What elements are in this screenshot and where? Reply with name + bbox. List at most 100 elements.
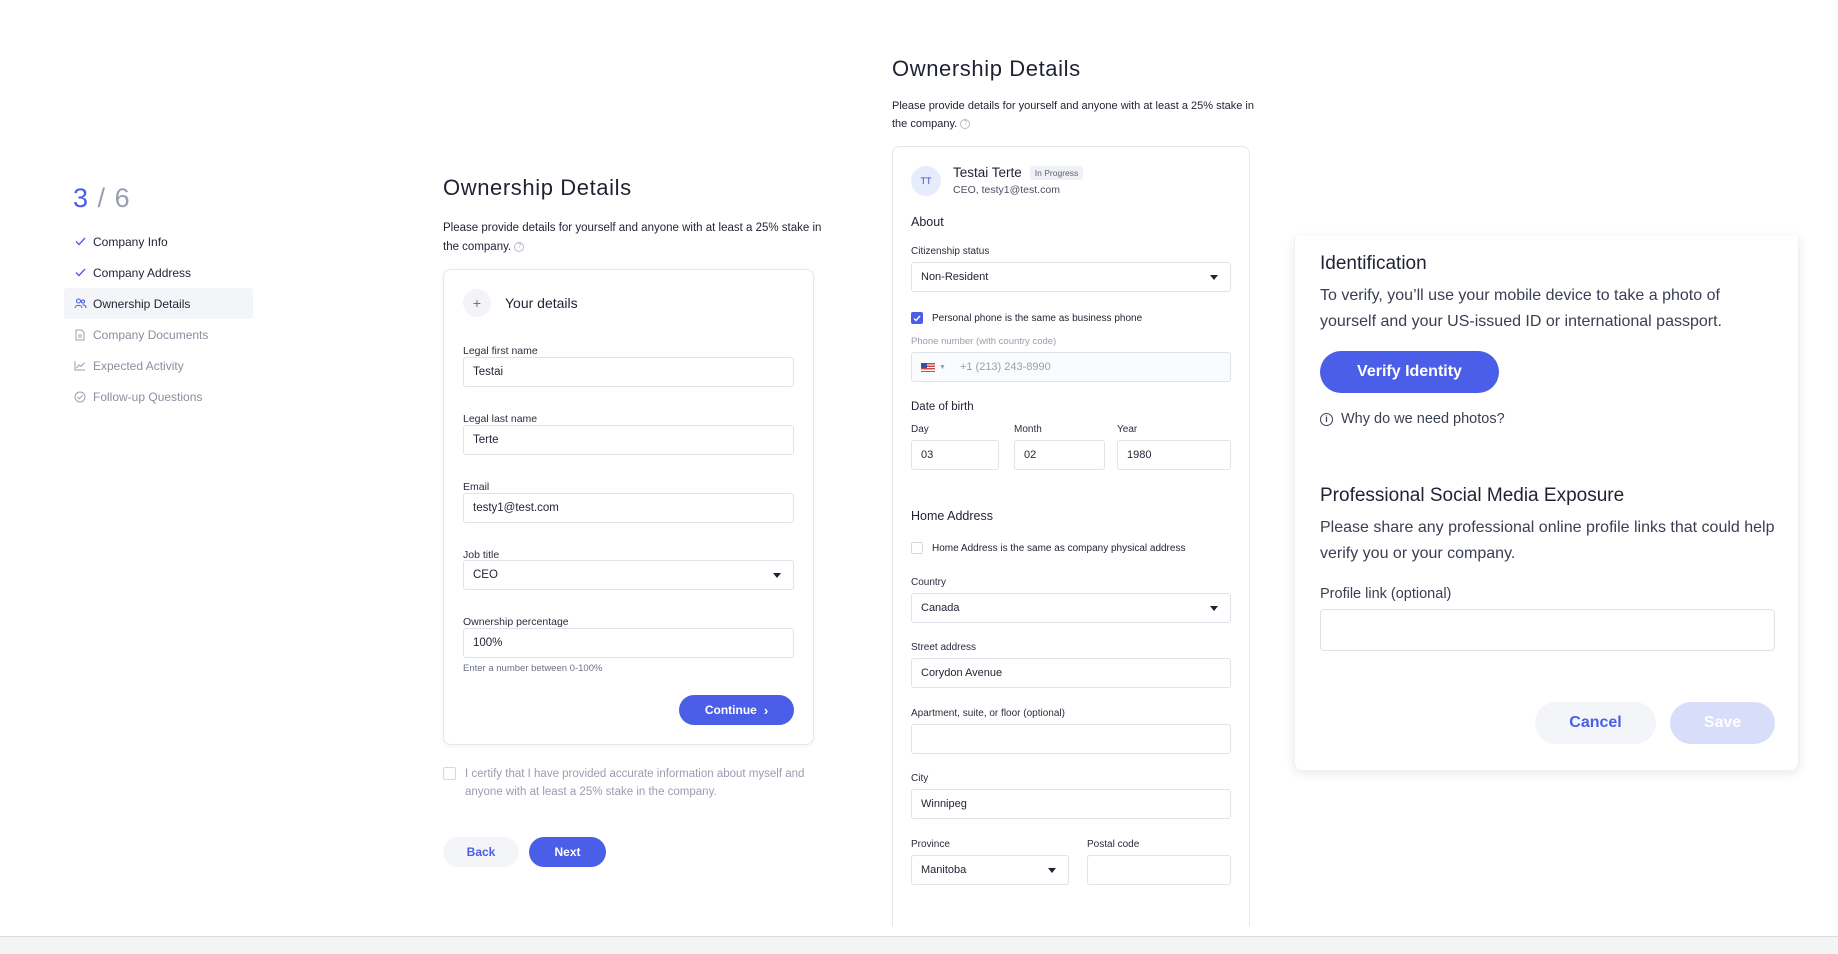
owner-name: Testai Terte [953, 165, 1022, 180]
step-current: 3 [73, 183, 90, 213]
continue-button[interactable]: Continue › [679, 695, 794, 725]
owner-name-row: Testai Terte In Progress [953, 165, 1084, 180]
ownership-label: Ownership percentage [463, 616, 569, 628]
stepper: 3 / 6 Company Info Company Address Owner… [64, 183, 253, 412]
province-label: Province [911, 839, 950, 850]
step-label: Company Info [93, 234, 168, 249]
step-total: 6 [114, 183, 131, 213]
postal-code-input[interactable] [1087, 855, 1231, 885]
step-company-address[interactable]: Company Address [73, 257, 253, 288]
page-description: Please provide details for yourself and … [892, 97, 1257, 133]
verify-identity-button[interactable]: Verify Identity [1320, 351, 1499, 393]
check-icon [73, 235, 87, 249]
province-value: Manitoba [921, 864, 967, 876]
identification-card: Identification To verify, you’ll use you… [1294, 236, 1799, 770]
province-select[interactable]: Manitoba [911, 855, 1069, 885]
first-name-input[interactable]: Testai [463, 357, 794, 387]
step-company-documents[interactable]: Company Documents [73, 319, 253, 350]
step-separator: / [97, 183, 107, 213]
identification-title: Identification [1320, 253, 1427, 274]
profile-link-input[interactable] [1320, 609, 1775, 651]
dob-heading: Date of birth [911, 401, 974, 413]
phone-placeholder: +1 (213) 243-8990 [959, 361, 1051, 373]
check-icon [73, 266, 87, 280]
profile-link-label: Profile link (optional) [1320, 586, 1452, 602]
page-title: Ownership Details [443, 175, 632, 200]
us-flag-icon [921, 362, 935, 372]
phone-input[interactable]: ▼ +1 (213) 243-8990 [911, 352, 1231, 382]
step-label: Company Address [93, 265, 192, 280]
street-input[interactable]: Corydon Avenue [911, 658, 1231, 688]
year-label: Year [1117, 424, 1138, 435]
document-icon [73, 328, 87, 342]
step-company-info[interactable]: Company Info [73, 226, 253, 257]
day-input[interactable]: 03 [911, 440, 999, 470]
citizenship-select[interactable]: Non-Resident [911, 262, 1231, 292]
step-label: Follow-up Questions [93, 389, 203, 404]
continue-label: Continue [704, 703, 757, 717]
street-label: Street address [911, 642, 977, 653]
phone-same-row[interactable]: Personal phone is the same as business p… [911, 312, 1142, 324]
home-same-row[interactable]: Home Address is the same as company phys… [911, 542, 1185, 554]
step-ownership-details[interactable]: Ownership Details [64, 288, 253, 319]
certify-text: I certify that I have provided accurate … [465, 768, 805, 798]
step-follow-up-questions[interactable]: Follow-up Questions [73, 381, 253, 412]
social-title: Professional Social Media Exposure [1320, 485, 1625, 506]
chart-icon [73, 359, 87, 373]
job-title-value: CEO [473, 569, 498, 581]
back-button[interactable]: Back [443, 837, 519, 867]
citizenship-value: Non-Resident [921, 271, 989, 283]
day-label: Day [911, 424, 929, 435]
identification-body: To verify, you’ll use your mobile device… [1320, 287, 1722, 330]
email-label: Email [463, 481, 490, 493]
page-title: Ownership Details [892, 56, 1081, 81]
ownership-hint: Enter a number between 0-100% [463, 663, 603, 674]
bottom-strip [0, 936, 1838, 954]
chevron-right-icon: › [763, 702, 769, 718]
description-text: Please provide details for yourself and … [443, 222, 822, 253]
step-expected-activity[interactable]: Expected Activity [73, 350, 253, 381]
social-body: Please share any professional online pro… [1320, 519, 1775, 562]
help-icon[interactable]: ? [514, 241, 525, 252]
people-icon [73, 297, 87, 311]
home-address-heading: Home Address [911, 509, 993, 523]
why-photos-link[interactable]: i Why do we need photos? [1320, 411, 1505, 427]
next-button[interactable]: Next [529, 837, 606, 867]
ownership-input[interactable]: 100% [463, 628, 794, 658]
city-label: City [911, 773, 929, 784]
email-input[interactable]: testy1@test.com [463, 493, 794, 523]
apartment-input[interactable] [911, 724, 1231, 754]
save-button[interactable]: Save [1670, 702, 1775, 744]
home-same-checkbox[interactable] [911, 542, 923, 554]
month-input[interactable]: 02 [1014, 440, 1105, 470]
why-photos-label: Why do we need photos? [1341, 411, 1505, 427]
job-title-select[interactable]: CEO [463, 560, 794, 590]
card-header[interactable]: + Your details [463, 289, 578, 317]
owner-card: TT Testai Terte In Progress CEO, testy1@… [892, 146, 1250, 926]
country-value: Canada [921, 602, 960, 614]
your-details-card: + Your details Legal first name Testai L… [443, 269, 814, 745]
city-input[interactable]: Winnipeg [911, 789, 1231, 819]
citizenship-label: Citizenship status [911, 246, 990, 257]
month-label: Month [1014, 424, 1042, 435]
plus-icon[interactable]: + [463, 289, 491, 317]
country-select[interactable]: Canada [911, 593, 1231, 623]
phone-label: Phone number (with country code) [911, 336, 1057, 347]
cancel-button[interactable]: Cancel [1535, 702, 1656, 744]
step-label: Company Documents [93, 327, 209, 342]
avatar: TT [911, 166, 941, 196]
step-label: Expected Activity [93, 358, 184, 373]
certify-checkbox[interactable] [443, 767, 456, 780]
chevron-down-icon [1048, 868, 1056, 873]
phone-same-checkbox[interactable] [911, 312, 923, 324]
last-name-input[interactable]: Terte [463, 425, 794, 455]
chevron-down-icon [1210, 606, 1218, 611]
about-heading: About [911, 215, 944, 229]
help-icon[interactable]: ? [960, 119, 971, 130]
info-icon: i [1320, 412, 1333, 426]
page-description: Please provide details for yourself and … [443, 219, 823, 257]
chevron-down-icon [773, 573, 781, 578]
description-text: Please provide details for yourself and … [892, 100, 1254, 130]
year-input[interactable]: 1980 [1117, 440, 1231, 470]
certify-row: I certify that I have provided accurate … [443, 765, 823, 801]
